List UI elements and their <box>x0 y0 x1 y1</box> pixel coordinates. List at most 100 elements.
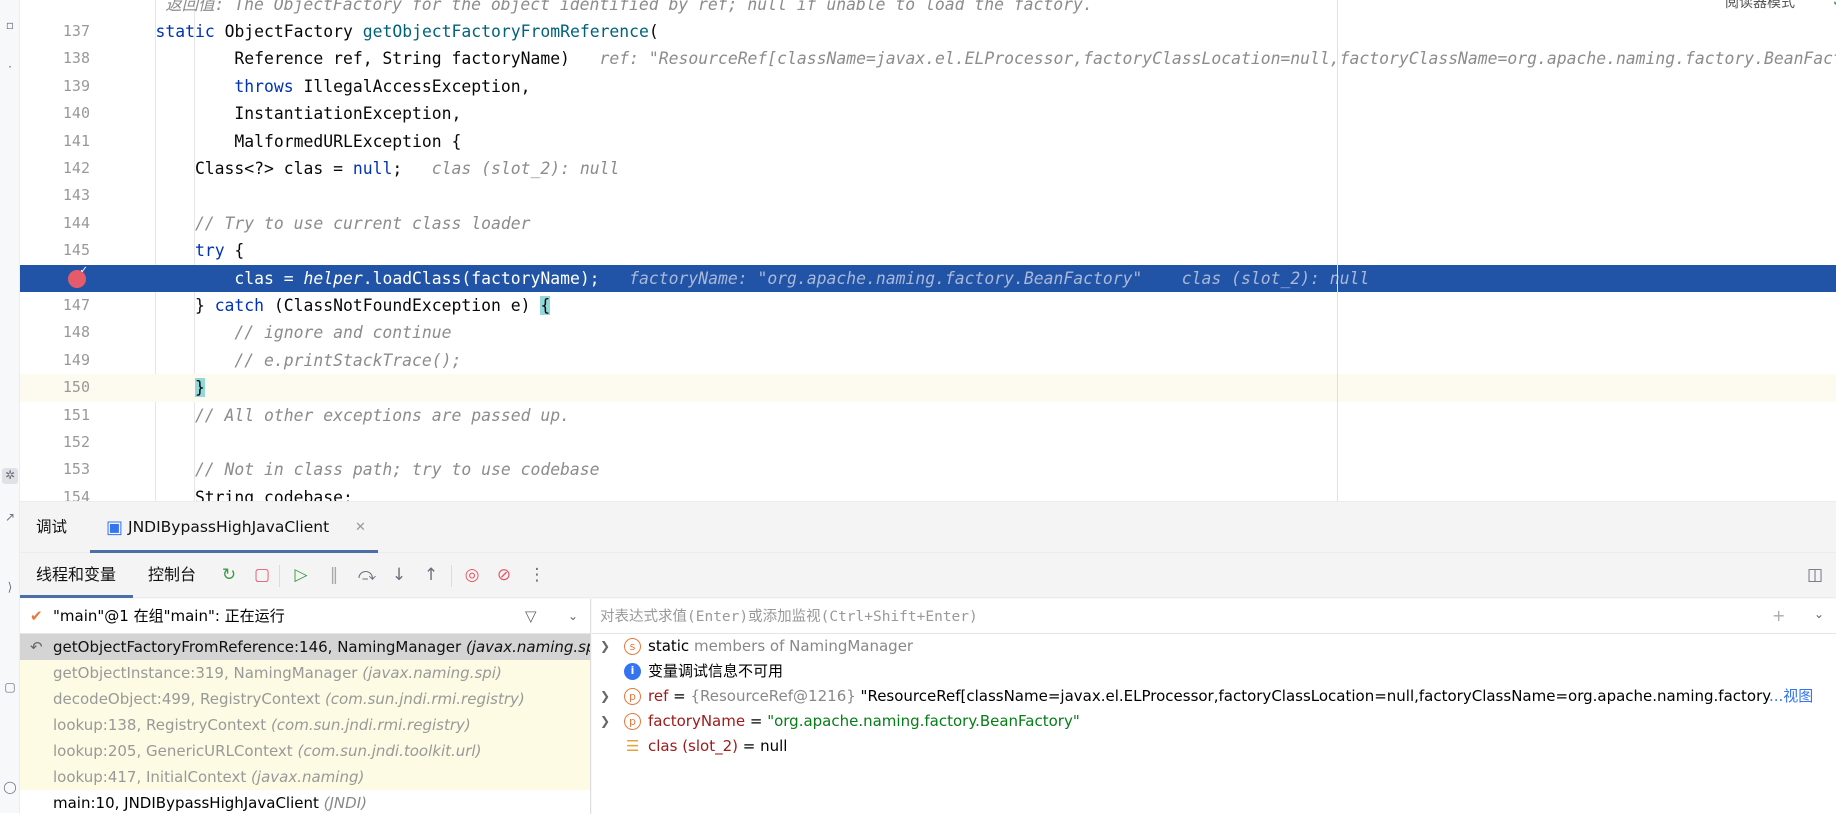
code-line[interactable]: 153 // Not in class path; try to use cod… <box>20 456 1836 483</box>
code-line[interactable]: 149 // e.printStackTrace(); <box>20 347 1836 374</box>
thread-selector[interactable]: ✔ "main"@1 在组"main": 正在运行 ▽ ⌄ <box>20 599 590 634</box>
line-number[interactable]: 154 <box>20 484 90 501</box>
line-number[interactable]: 151 <box>20 402 90 429</box>
view-link[interactable]: ...视图 <box>1769 687 1813 705</box>
pause-icon[interactable]: ‖ <box>323 564 345 586</box>
variable-clas[interactable]: ☰ clas (slot_2) = null <box>592 734 1836 759</box>
execution-line[interactable]: clas = helper.loadClass(factoryName); fa… <box>20 264 1836 292</box>
line-number[interactable]: 137 <box>20 18 90 45</box>
add-watch-icon[interactable]: + <box>1772 606 1785 625</box>
code-line[interactable]: 140 InstantiationException, <box>20 100 1836 127</box>
no-problems-check-icon[interactable]: ✓ <box>1832 0 1836 10</box>
rerun-icon[interactable]: ↻ <box>218 564 240 586</box>
reader-mode-button[interactable]: 阅读器模式 <box>1725 0 1795 12</box>
chevron-right-icon[interactable]: ❯ <box>600 709 610 734</box>
line-number[interactable]: 143 <box>20 182 90 209</box>
line-number[interactable]: 140 <box>20 100 90 127</box>
services-icon[interactable]: ⟩ <box>2 580 18 596</box>
line-number[interactable]: 149 <box>20 347 90 374</box>
debug-icon[interactable]: ✲ <box>2 468 18 484</box>
code-line[interactable]: 152 <box>20 429 1836 456</box>
code-token: 返回值: The ObjectFactory for the object id… <box>116 0 1093 14</box>
session-tab[interactable]: JNDIBypassHighJavaClient <box>128 502 329 553</box>
stack-frame[interactable]: getObjectInstance:319, NamingManager (ja… <box>20 660 590 686</box>
code-line[interactable]: 139 throws IllegalAccessException, <box>20 73 1836 100</box>
info-icon: i <box>624 663 641 680</box>
code-line[interactable]: 143 <box>20 182 1836 209</box>
close-icon[interactable]: ✕ <box>355 502 366 553</box>
chevron-down-icon[interactable]: ⌄ <box>1814 607 1824 621</box>
code-token: ( <box>648 22 659 41</box>
tab-threads-variables[interactable]: 线程和变量 <box>36 553 116 598</box>
code-line[interactable]: 148 // ignore and continue <box>20 319 1836 346</box>
parameter-icon: p <box>624 713 641 730</box>
code-line[interactable]: 141 MalformedURLException { <box>20 128 1836 155</box>
dot-icon[interactable]: · <box>2 60 18 76</box>
code-token: { <box>224 241 245 261</box>
equals: = <box>745 712 768 730</box>
code-line[interactable]: 147 } catch (ClassNotFoundException e) { <box>20 292 1836 319</box>
code-line[interactable]: 144 // Try to use current class loader <box>20 210 1836 237</box>
stack-frame[interactable]: lookup:205, GenericURLContext (com.sun.j… <box>20 738 590 764</box>
code-text: Reference ref, String factoryName) ref: … <box>116 45 1836 72</box>
line-number[interactable]: 142 <box>20 155 90 182</box>
breakpoint-icon[interactable] <box>68 265 88 288</box>
evaluate-expression-input[interactable] <box>600 605 1700 629</box>
code-line[interactable]: 返回值: The ObjectFactory for the object id… <box>20 0 1836 18</box>
line-number[interactable]: 145 <box>20 237 90 264</box>
debug-panel-title: 调试 <box>36 518 68 536</box>
line-number[interactable]: 148 <box>20 319 90 346</box>
code-line[interactable]: 137 static ObjectFactory getObjectFactor… <box>20 18 1836 45</box>
run-icon[interactable]: ↗ <box>2 510 18 526</box>
code-line[interactable]: 142 Class<?> clas = null; clas (slot_2):… <box>20 155 1836 182</box>
line-number[interactable]: 139 <box>20 73 90 100</box>
line-number[interactable]: 138 <box>20 45 90 72</box>
code-editor[interactable]: 返回值: The ObjectFactory for the object id… <box>20 0 1836 501</box>
line-number[interactable]: 153 <box>20 456 90 483</box>
code-token: try <box>194 241 225 261</box>
code-line[interactable]: 154 String codebase; <box>20 484 1836 501</box>
tab-console[interactable]: 控制台 <box>148 553 196 598</box>
code-line[interactable]: 145 try { <box>20 237 1836 264</box>
step-into-icon[interactable]: ↓ <box>388 564 410 586</box>
resume-icon[interactable]: ▷ <box>290 564 312 586</box>
frame-method: lookup:205, GenericURLContext <box>53 742 293 760</box>
variable-factoryName[interactable]: ❯ p factoryName = "org.apache.naming.fac… <box>592 709 1836 734</box>
problems-icon[interactable]: ◯ <box>2 780 18 796</box>
step-out-icon[interactable]: ↑ <box>420 564 442 586</box>
code-text: MalformedURLException { <box>116 128 461 155</box>
chevron-right-icon[interactable]: ❯ <box>600 684 610 709</box>
code-text: try { <box>116 237 244 264</box>
frame-package: (javax.naming.spi) <box>362 664 502 682</box>
code-line[interactable]: 150 } <box>20 374 1836 402</box>
chevron-right-icon[interactable]: ❯ <box>600 634 610 659</box>
variable-ref[interactable]: ❯ p ref = {ResourceRef@1216} "ResourceRe… <box>592 684 1836 709</box>
divider <box>451 565 452 587</box>
chevron-down-icon[interactable]: ⌄ <box>568 599 578 634</box>
terminal-icon[interactable]: ▢ <box>2 680 18 696</box>
stack-frame[interactable]: lookup:417, InitialContext (javax.naming… <box>20 764 590 790</box>
stack-frame[interactable]: main:10, JNDIBypassHighJavaClient (JNDI) <box>20 790 590 816</box>
line-number[interactable]: 141 <box>20 128 90 155</box>
frame-package: (javax.naming) <box>251 768 365 786</box>
variable-static[interactable]: ❯ s static members of NamingManager <box>592 634 1836 659</box>
layout-icon[interactable]: ◫ <box>1804 564 1826 586</box>
more-icon[interactable]: ⋮ <box>526 564 548 586</box>
stack-frame[interactable]: ↶ getObjectFactoryFromReference:146, Nami… <box>20 634 590 660</box>
stack-frame[interactable]: decodeObject:499, RegistryContext (com.s… <box>20 686 590 712</box>
stack-frame[interactable]: lookup:138, RegistryContext (com.sun.jnd… <box>20 712 590 738</box>
code-line[interactable]: 138 Reference ref, String factoryName) r… <box>20 45 1836 72</box>
line-number[interactable]: 144 <box>20 210 90 237</box>
code-text: // Not in class path; try to use codebas… <box>116 456 600 483</box>
mute-breakpoints-icon[interactable]: ⊘ <box>493 564 515 586</box>
view-breakpoints-icon[interactable]: ◎ <box>461 564 483 586</box>
filter-icon[interactable]: ▽ <box>525 599 537 634</box>
line-number[interactable]: 147 <box>20 292 90 319</box>
line-number[interactable]: 152 <box>20 429 90 456</box>
structure-icon[interactable]: ▫ <box>2 18 18 34</box>
parameter-icon: p <box>624 688 641 705</box>
step-over-icon[interactable]: ⤼ <box>356 564 378 586</box>
line-number[interactable]: 150 <box>20 374 90 401</box>
stop-icon[interactable]: ▢ <box>251 564 273 586</box>
code-line[interactable]: 151 // All other exceptions are passed u… <box>20 402 1836 429</box>
